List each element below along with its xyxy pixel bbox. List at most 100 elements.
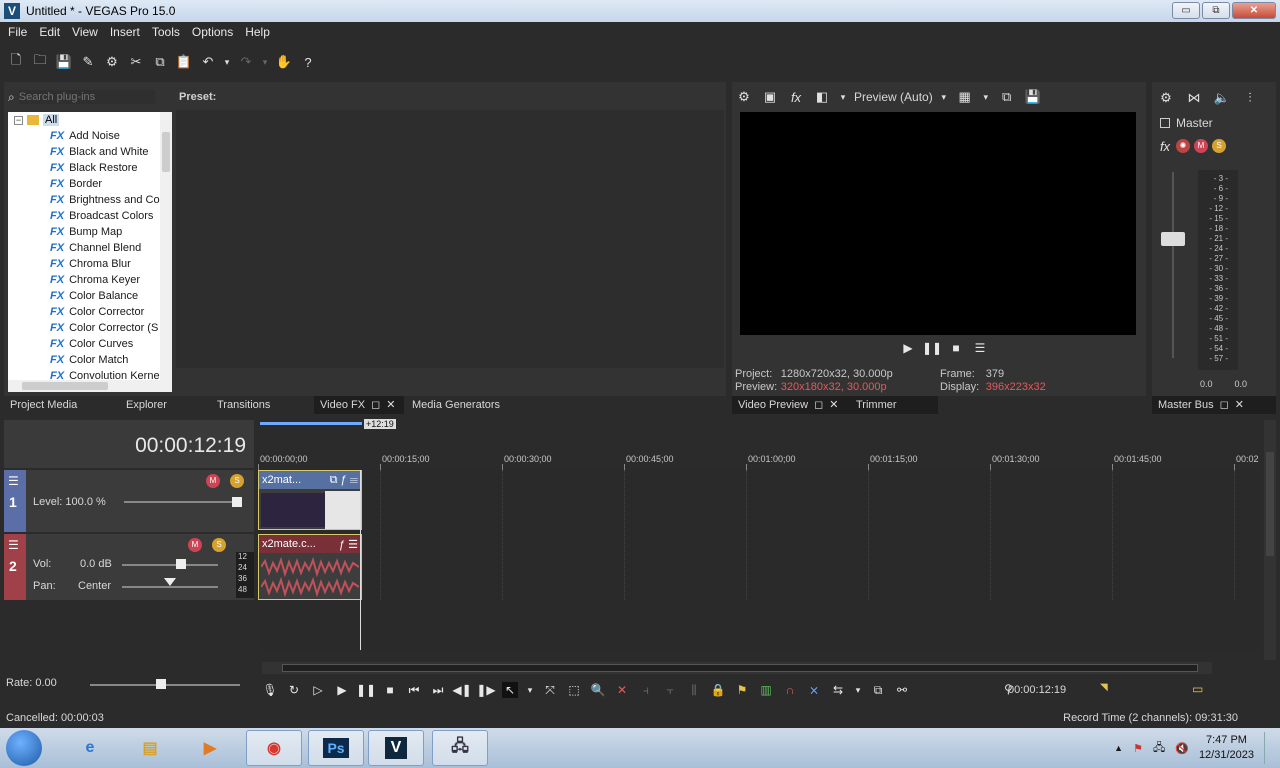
undock-icon[interactable]: ◻ xyxy=(1220,399,1229,411)
solo-icon[interactable]: S xyxy=(230,474,244,488)
ripple-dropdown-icon[interactable]: ▾ xyxy=(854,682,862,698)
plugin-item[interactable]: FX Channel Blend xyxy=(8,240,160,256)
split-icon[interactable]: ⫼ xyxy=(686,682,702,698)
timeline-vscrollbar[interactable] xyxy=(1264,420,1276,660)
vol-slider-knob[interactable] xyxy=(176,559,186,569)
pause-icon[interactable]: ❚❚ xyxy=(356,682,376,698)
redo-dropdown-icon[interactable]: ▾ xyxy=(260,52,270,72)
tab-transitions[interactable]: Transitions xyxy=(211,396,270,414)
plugin-item[interactable]: FX Add Noise xyxy=(8,128,160,144)
pause-icon[interactable]: ❚❚ xyxy=(922,340,942,356)
lock-envelopes-icon[interactable]: ⧉ xyxy=(870,682,886,698)
gear-icon[interactable]: ⚙ xyxy=(734,87,754,107)
media-player-icon[interactable]: ▶ xyxy=(182,730,238,766)
video-fx-icon[interactable]: fx xyxy=(786,87,806,107)
auto-crossfade-icon[interactable]: ⨯ xyxy=(806,682,822,698)
audio-clip[interactable]: x2mate.c... ƒ ☰ xyxy=(258,534,362,600)
help-icon[interactable]: ? xyxy=(298,52,318,72)
plugin-item[interactable]: FX Black Restore xyxy=(8,160,160,176)
plugin-item[interactable]: FX Bump Map xyxy=(8,224,160,240)
stop-icon[interactable]: ■ xyxy=(382,682,398,698)
master-fader-knob[interactable] xyxy=(1161,232,1185,246)
tab-project-media[interactable]: Project Media xyxy=(4,396,77,414)
internet-explorer-icon[interactable]: e xyxy=(62,730,118,766)
clip-fx-icon[interactable]: ⧉ ƒ ☰ xyxy=(330,474,361,487)
close-icon[interactable]: ✕ xyxy=(1235,399,1244,411)
video-track-header[interactable]: ☰ 1 M S Level: 100.0 % xyxy=(4,470,254,532)
menu-options[interactable]: Options xyxy=(188,25,241,39)
mute-icon[interactable]: M xyxy=(188,538,202,552)
undo-icon[interactable]: ↶ xyxy=(198,52,218,72)
collapse-icon[interactable]: − xyxy=(14,115,23,125)
menu-view[interactable]: View xyxy=(68,25,106,39)
plugin-item[interactable]: FX Color Balance xyxy=(8,288,160,304)
menu-icon[interactable]: ☰ xyxy=(8,474,19,488)
menu-icon[interactable]: ☰ xyxy=(8,538,19,552)
menu-icon[interactable]: ☰ xyxy=(972,340,988,356)
play-icon[interactable]: ▶ xyxy=(900,340,916,356)
scroll-thumb[interactable] xyxy=(1266,452,1274,556)
menu-help[interactable]: Help xyxy=(241,25,278,39)
menu-insert[interactable]: Insert xyxy=(106,25,148,39)
previous-frame-icon[interactable]: ◀❚ xyxy=(452,682,471,698)
video-clip[interactable]: x2mat... ⧉ ƒ ☰ xyxy=(258,470,362,530)
minimize-button[interactable]: ▭ xyxy=(1172,2,1200,19)
gear-icon[interactable]: ⚙ xyxy=(1156,88,1176,108)
network-icon[interactable]: 🖧 xyxy=(432,730,488,766)
menu-edit[interactable]: Edit xyxy=(35,25,68,39)
save-icon[interactable]: 💾 xyxy=(54,52,74,72)
network-status-icon[interactable]: 🖧 xyxy=(1153,739,1165,758)
restore-button[interactable]: ⧉ xyxy=(1202,2,1230,19)
plugin-item[interactable]: FX Convolution Kernel xyxy=(8,368,160,380)
menu-file[interactable]: File xyxy=(4,25,35,39)
split-dropdown-icon[interactable]: ▾ xyxy=(838,87,848,107)
quality-dropdown-icon[interactable]: ▾ xyxy=(939,87,949,107)
volume-icon[interactable]: 🔇 xyxy=(1175,742,1189,755)
solo-icon[interactable]: S xyxy=(212,538,226,552)
show-hidden-icons-icon[interactable]: ▲ xyxy=(1114,743,1123,753)
expand-icon[interactable]: ▭ xyxy=(1192,682,1203,696)
tab-trimmer[interactable]: Trimmer xyxy=(850,396,897,414)
plugin-item[interactable]: FX Broadcast Colors xyxy=(8,208,160,224)
save-snapshot-icon[interactable]: 💾 xyxy=(1023,87,1043,107)
downmix-icon[interactable]: ⋈ xyxy=(1184,88,1204,108)
go-to-end-icon[interactable]: ⏭ xyxy=(430,682,446,698)
close-button[interactable]: ✕ xyxy=(1232,2,1276,19)
ripple-edit-icon[interactable]: ⇆ xyxy=(830,682,846,698)
vegas-icon[interactable]: V xyxy=(368,730,424,766)
level-slider-knob[interactable] xyxy=(232,497,242,507)
plugin-item[interactable]: FX Brightness and Co xyxy=(8,192,160,208)
track-lanes[interactable]: x2mat... ⧉ ƒ ☰ x2mate.c... ƒ ☰ xyxy=(258,470,1262,650)
scroll-thumb[interactable] xyxy=(282,664,1198,672)
pan-slider-knob[interactable] xyxy=(164,578,176,586)
trim-start-icon[interactable]: ⫞ xyxy=(638,682,654,698)
loop-icon[interactable]: ↻ xyxy=(286,682,302,698)
open-icon[interactable]: 🗀 xyxy=(30,52,50,72)
flag-icon[interactable]: ⚑ xyxy=(1133,742,1143,755)
ignore-grouping-icon[interactable]: ⚯ xyxy=(894,682,910,698)
master-checkbox[interactable] xyxy=(1160,118,1170,128)
selection-tool-icon[interactable]: ⬚ xyxy=(566,682,582,698)
plugin-item[interactable]: FX Chroma Blur xyxy=(8,256,160,272)
close-icon[interactable]: ✕ xyxy=(386,399,395,411)
hand-icon[interactable]: ✋ xyxy=(274,52,294,72)
tree-root-all[interactable]: − All xyxy=(8,112,160,128)
playhead-cursor[interactable] xyxy=(360,470,361,650)
preview-quality[interactable]: Preview (Auto) xyxy=(854,90,933,104)
plugin-item[interactable]: FX Color Corrector (S xyxy=(8,320,160,336)
clip-fx-icon[interactable]: ƒ ☰ xyxy=(339,538,361,551)
new-icon[interactable]: 🗋 xyxy=(6,52,26,72)
solo-icon[interactable]: S xyxy=(1212,139,1226,153)
envelope-tool-icon[interactable]: ⤧ xyxy=(542,682,558,698)
save-as-icon[interactable]: ✎ xyxy=(78,52,98,72)
overlays-icon[interactable]: ▦ xyxy=(955,87,975,107)
cut-icon[interactable]: ✂ xyxy=(126,52,146,72)
record-icon[interactable]: 🎙 xyxy=(262,682,278,698)
settings-icon[interactable]: ✺ xyxy=(1176,139,1190,153)
tab-media-generators[interactable]: Media Generators xyxy=(406,396,500,414)
rate-slider-knob[interactable] xyxy=(156,679,166,689)
delete-icon[interactable]: ✕ xyxy=(614,682,630,698)
properties-icon[interactable]: ⚙ xyxy=(102,52,122,72)
plugin-tree-hscrollbar[interactable] xyxy=(8,380,172,392)
edit-tool-dropdown-icon[interactable]: ▾ xyxy=(526,682,534,698)
